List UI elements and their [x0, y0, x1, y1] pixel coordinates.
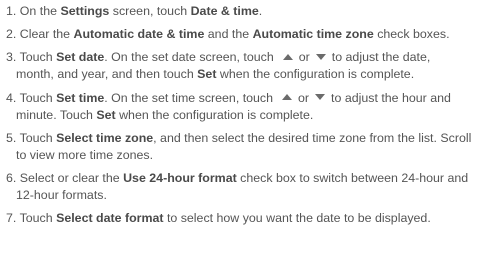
step-number: 6.	[6, 170, 17, 185]
set-date-label: Set date	[56, 50, 105, 65]
select-date-format-label: Select date format	[56, 211, 164, 226]
date-time-label: Date & time	[190, 4, 259, 18]
triangle-down-icon	[315, 54, 326, 61]
triangle-up-icon	[282, 54, 293, 61]
step-number: 2.	[6, 27, 17, 42]
triangle-down-icon	[315, 94, 326, 101]
set-label: Set	[197, 67, 217, 82]
step-1: 1. On the Settings screen, touch Date & …	[6, 4, 263, 18]
step-6: 6. Select or clear the Use 24-hour forma…	[6, 170, 469, 202]
step-3: 3. Touch Set date. On the set date scree…	[6, 50, 431, 82]
triangle-up-icon	[282, 94, 293, 101]
select-time-zone-label: Select time zone	[56, 130, 154, 145]
automatic-time-zone-label: Automatic time zone	[252, 27, 374, 42]
step-number: 7.	[6, 211, 17, 226]
use-24-hour-format-label: Use 24-hour format	[123, 170, 237, 185]
step-4: 4. Touch Set time. On the set time scree…	[6, 90, 451, 122]
step-7: 7. Touch Select date format to select ho…	[6, 211, 431, 226]
step-number: 3.	[6, 50, 17, 65]
step-2: 2. Clear the Automatic date & time and t…	[6, 27, 450, 42]
step-number: 1.	[6, 4, 17, 18]
settings-label: Settings	[60, 4, 110, 18]
automatic-date-time-label: Automatic date & time	[73, 27, 205, 42]
instruction-list: 1. On the Settings screen, touch Date & …	[0, 0, 504, 227]
step-5: 5. Touch Select time zone, and then sele…	[6, 130, 472, 162]
set-time-label: Set time	[56, 90, 105, 105]
step-number: 4.	[6, 90, 17, 105]
step-number: 5.	[6, 130, 17, 145]
set-label: Set	[96, 107, 116, 122]
